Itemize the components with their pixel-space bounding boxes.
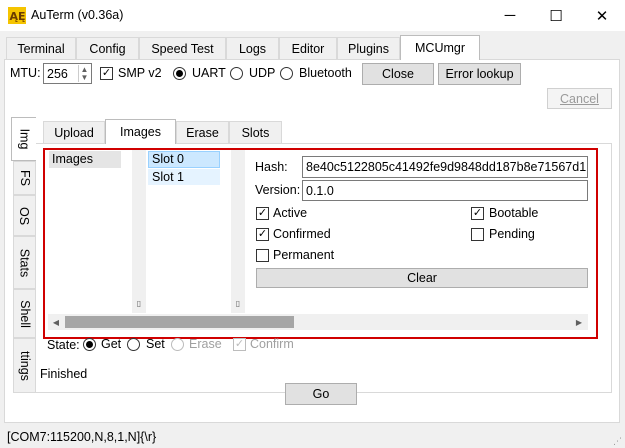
side-tab-img[interactable]: Img [11,117,36,161]
state-get-radio[interactable] [83,338,96,351]
smp-v2-checkbox[interactable]: ✓ [100,67,113,80]
close-window-button[interactable]: ✕ [579,0,625,31]
side-tab-label: FS [17,170,32,186]
sub-tab-slots[interactable]: Slots [229,121,282,143]
confirmed-label: Confirmed [273,227,331,241]
pending-label: Pending [489,227,535,241]
scroll-right-icon[interactable]: ▶ [573,316,585,328]
side-tab-os[interactable]: OS [13,195,35,236]
side-tab-fs[interactable]: FS [13,161,35,195]
state-get-label: Get [101,337,122,351]
slot-list[interactable]: Slot 0 Slot 1 [148,150,230,313]
side-tab-stats[interactable]: Stats [13,236,35,289]
side-tab-label: Shell [17,299,32,328]
close-button[interactable]: Close [362,63,434,85]
horizontal-scrollbar[interactable]: ◀ ▶ [48,314,588,330]
state-label: State: [47,338,80,352]
error-lookup-button[interactable]: Error lookup [438,63,521,85]
tab-label: Terminal [17,41,65,56]
scroll-left-icon[interactable]: ◀ [50,316,62,328]
hash-label: Hash: [255,160,288,174]
tab-logs[interactable]: Logs [226,37,279,59]
scroll-thumb[interactable] [65,316,294,328]
spin-down-icon[interactable]: ▼ [79,73,90,82]
tab-mcumgr[interactable]: MCUmgr [400,35,480,60]
smp-v2-label: SMP v2 [118,66,162,80]
state-set-radio[interactable] [127,338,140,351]
tab-editor[interactable]: Editor [279,37,337,59]
sub-tab-label: Upload [54,125,94,140]
slot-vertical-scrollbar[interactable]: ▯ [231,150,245,313]
hash-field[interactable]: 8e40c5122805c41492fe9d9848dd187b8e71567d… [302,156,588,178]
tab-label: Plugins [348,41,389,56]
bootable-checkbox[interactable]: ✓ [471,207,484,220]
udp-radio[interactable] [230,67,243,80]
sub-tab-label: Images [120,125,161,139]
tab-label: MCUmgr [415,41,465,55]
bootable-label: Bootable [489,206,539,220]
active-checkbox[interactable]: ✓ [256,207,269,220]
resize-grip-icon[interactable]: ⋰ [613,436,623,446]
uart-radio[interactable] [173,67,186,80]
clear-button[interactable]: Clear [256,268,588,288]
status-bar-text: [COM7:115200,N,8,1,N]{\r} [7,430,157,444]
app-logo-icon: ĄĘ [8,7,26,24]
confirmed-checkbox[interactable]: ✓ [256,228,269,241]
state-erase-radio[interactable] [171,338,184,351]
side-tab-settings[interactable]: ttings [13,338,35,393]
status-text: Finished [40,367,88,381]
side-tab-label: Img [17,128,31,150]
mtu-spinbox[interactable]: 256 ▲ ▼ [43,63,92,84]
tab-speed-test[interactable]: Speed Test [139,37,226,59]
tab-label: Speed Test [151,41,214,56]
bluetooth-radio[interactable] [280,67,293,80]
udp-label: UDP [249,66,276,80]
sub-tab-erase[interactable]: Erase [176,121,229,143]
tab-label: Editor [291,41,325,56]
scroll-grip-icon: ▯ [235,298,241,308]
state-erase-label: Erase [189,337,222,351]
tab-plugins[interactable]: Plugins [337,37,400,59]
minimize-button[interactable]: ─ [487,0,533,31]
permanent-checkbox[interactable] [256,249,269,262]
pending-checkbox[interactable] [471,228,484,241]
sub-tab-upload[interactable]: Upload [43,121,105,143]
image-tree[interactable]: Images [48,150,132,313]
tab-terminal[interactable]: Terminal [6,37,76,59]
title-bar: ĄĘ AuTerm (v0.36a) ─ ☐ ✕ [0,0,625,31]
sub-tab-images[interactable]: Images [105,119,176,144]
go-button[interactable]: Go [285,383,357,405]
scroll-grip-icon: ▯ [136,298,142,308]
cancel-button[interactable]: Cancel [547,88,612,109]
mtu-label: MTU: [10,66,41,80]
svg-text:ĄĘ: ĄĘ [10,10,26,23]
slot-item-0[interactable]: Slot 0 [148,151,220,168]
side-tab-shell[interactable]: Shell [13,289,35,338]
slot-item-1[interactable]: Slot 1 [148,169,220,185]
tab-label: Config [89,41,126,56]
active-label: Active [273,206,308,220]
uart-label: UART [192,66,226,80]
tab-config[interactable]: Config [76,37,139,59]
mtu-value: 256 [47,66,68,81]
tree-root-images[interactable]: Images [49,151,121,168]
sub-tab-label: Slots [241,125,270,140]
maximize-button[interactable]: ☐ [533,0,579,31]
confirm-label: Confirm [250,337,294,351]
bluetooth-label: Bluetooth [299,66,352,80]
confirm-checkbox[interactable]: ✓ [233,338,246,351]
side-tab-label: OS [17,206,32,225]
version-field[interactable]: 0.1.0 [302,180,588,201]
sub-tab-label: Erase [186,125,219,140]
side-tab-label: ttings [17,350,32,381]
spin-buttons[interactable]: ▲ ▼ [78,65,90,82]
side-tab-label: Stats [17,248,32,277]
permanent-label: Permanent [273,248,335,262]
window-title: AuTerm (v0.36a) [31,8,124,22]
status-bar: [COM7:115200,N,8,1,N]{\r} ⋰ [0,426,625,448]
tab-label: Logs [238,41,267,56]
tree-vertical-scrollbar[interactable]: ▯ [132,150,146,313]
state-set-label: Set [146,337,165,351]
version-label: Version: [255,183,301,197]
